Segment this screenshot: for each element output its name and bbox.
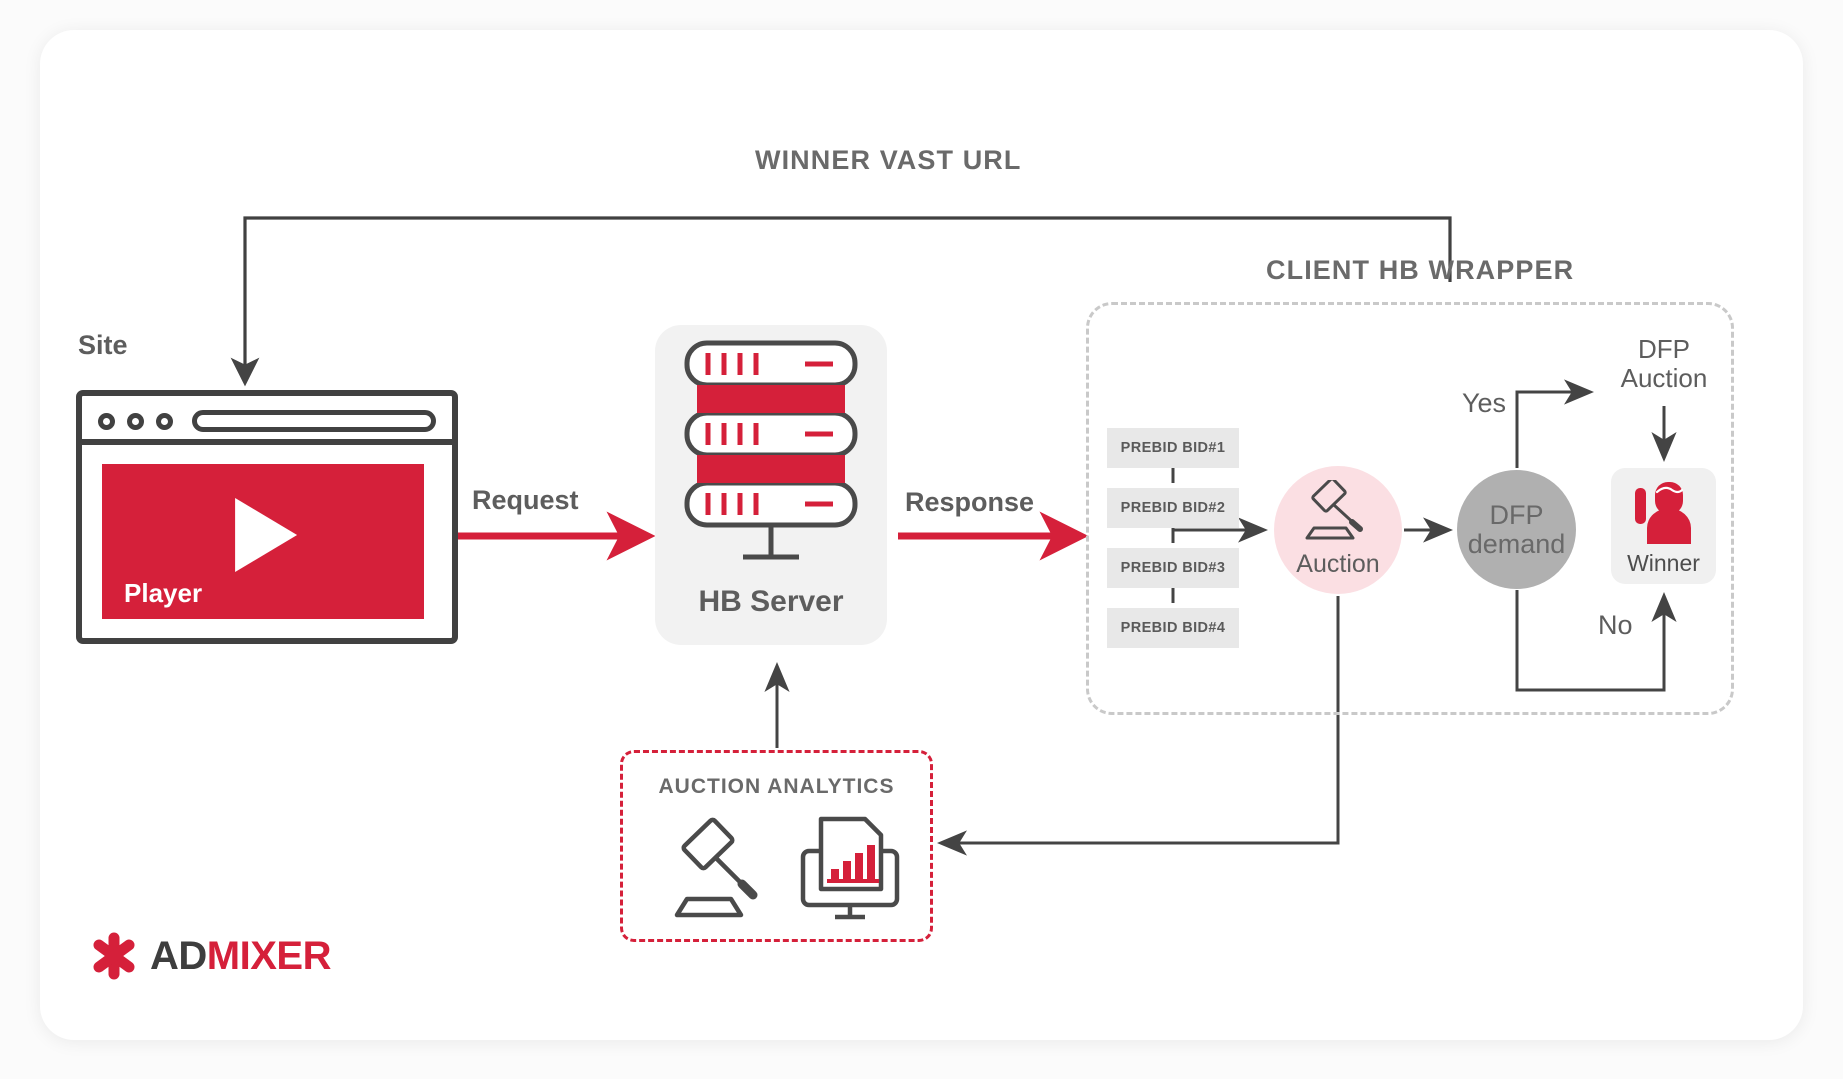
asterisk-icon [93, 932, 135, 980]
play-triangle-icon[interactable] [235, 498, 298, 573]
browser-window: Player [76, 390, 458, 644]
site-label: Site [78, 330, 128, 360]
dfp-auction-line-2: Auction [1620, 362, 1708, 393]
monitor-chart-icon [800, 816, 900, 920]
prebid-bid-1[interactable]: PREBID BID#1 [1107, 428, 1239, 468]
server-rack-icon [684, 340, 858, 560]
auction-node[interactable]: Auction [1274, 466, 1402, 594]
gavel-icon [1305, 480, 1363, 540]
browser-dot-1 [98, 413, 115, 430]
browser-dot-2 [127, 413, 144, 430]
dfp-auction-label: DFP Auction [1594, 335, 1734, 392]
prebid-bid-2[interactable]: PREBID BID#2 [1107, 488, 1239, 528]
prebid-bid-4[interactable]: PREBID BID#4 [1107, 608, 1239, 648]
auction-label: Auction [1296, 550, 1380, 578]
video-player[interactable]: Player [102, 464, 424, 619]
prebid-bid-3[interactable]: PREBID BID#3 [1107, 548, 1239, 588]
dfp-auction-line-1: DFP [1638, 334, 1690, 364]
admixer-wordmark: ADMIXER [150, 934, 331, 979]
dfp-demand-line-1: DFP [1489, 500, 1544, 531]
browser-dot-3 [156, 413, 173, 430]
hb-server-card: HB Server [655, 325, 887, 645]
gavel-icon [674, 817, 758, 918]
client-hb-wrapper-title: CLIENT HB WRAPPER [1266, 255, 1575, 285]
winner-label: Winner [1627, 550, 1700, 576]
player-label: Player [124, 578, 203, 608]
dfp-demand-node[interactable]: DFP demand [1457, 470, 1576, 589]
browser-url-bar[interactable] [192, 410, 436, 432]
response-label: Response [905, 487, 1035, 517]
auction-analytics-box: AUCTION ANALYTICS [620, 750, 933, 942]
yes-branch-label: Yes [1462, 388, 1507, 418]
hb-server-label: HB Server [698, 585, 844, 618]
browser-toolbar [82, 396, 452, 445]
request-label: Request [472, 485, 579, 515]
winner-vast-url-title: WINNER VAST URL [755, 145, 1022, 175]
auction-analytics-title: AUCTION ANALYTICS [658, 775, 895, 798]
logo-mixer: MIXER [206, 933, 332, 978]
diagram-canvas: WINNER VAST URL CLIENT HB WRAPPER Site P… [0, 0, 1843, 1079]
person-winner-icon [1635, 482, 1691, 544]
dfp-demand-line-2: demand [1467, 528, 1566, 559]
winner-card[interactable]: Winner [1611, 468, 1716, 584]
admixer-logo: ADMIXER [88, 930, 331, 982]
no-branch-label: No [1598, 610, 1633, 640]
logo-ad: AD [150, 933, 207, 978]
